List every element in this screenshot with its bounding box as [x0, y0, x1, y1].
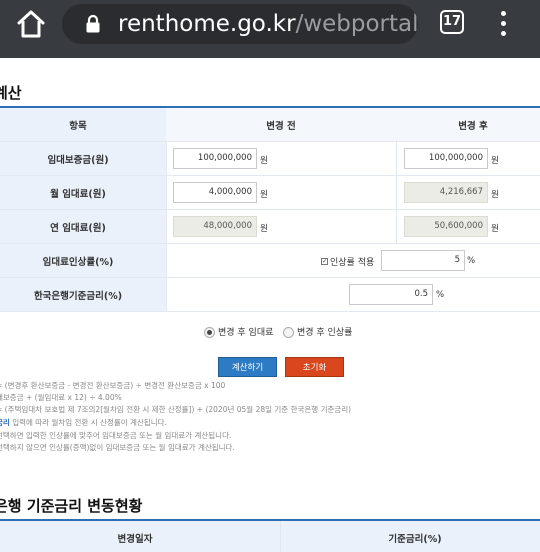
note-line: 금리 입력에 따라 월차임 전환 시 산정률이 계산됩니다.	[0, 417, 167, 428]
note-line: 선택하면 입력한 인상률에 맞추어 임대보증금 또는 월 임대료가 계산됩니다.	[0, 431, 232, 440]
row-bok-rate: 한국은행기준금리(%) 0.5 %	[0, 278, 540, 312]
radio-after-rate[interactable]	[283, 327, 294, 338]
url-text: renthome.go.kr/webportal/r	[118, 10, 418, 38]
header-before: 변경 전	[166, 108, 396, 141]
unit-won: 원	[260, 224, 268, 234]
bok-rate-input[interactable]: 0.5	[349, 284, 433, 305]
table-header-row: 항목 변경 전 변경 후	[0, 108, 540, 142]
label-monthly-rent: 월 임대료(원)	[0, 176, 166, 209]
apply-increase-label: 인상률 적용	[330, 258, 375, 268]
apply-increase-checkbox[interactable]: ✓	[321, 258, 328, 265]
browser-toolbar: renthome.go.kr/webportal/r 17	[0, 0, 540, 58]
rate-history-title: 은행 기준금리 변동현황	[0, 497, 143, 515]
home-icon[interactable]	[14, 9, 48, 39]
unit-won: 원	[260, 190, 268, 200]
header-change-date: 변경일자	[117, 534, 153, 545]
lock-icon	[84, 14, 102, 34]
row-deposit: 임대보증금(원) 100,000,000 원 100,000,000 원	[0, 142, 540, 176]
annual-after-readonly: 50,600,000	[404, 216, 488, 237]
unit-percent: %	[467, 256, 476, 266]
unit-won: 원	[491, 156, 499, 166]
monthly-after-readonly: 4,216,667	[404, 182, 488, 203]
note-line: 선택하지 않으면 인상률(증액)없이 임대보증금 또는 월 임대료가 계산됩니다…	[0, 443, 235, 452]
calc-mode-radio-group: 변경 후 임대료 변경 후 인상률	[0, 326, 540, 340]
unit-won: 원	[491, 190, 499, 200]
note-line: = (주택임대차 보호법 제 7조의2[월차임 전환 시 제한 산정률]) + …	[0, 405, 352, 414]
calculator-title: 계산	[0, 84, 22, 102]
radio-after-rate-label: 변경 후 인상률	[297, 328, 353, 338]
rate-history-table: 변경일자 기준금리(%)	[0, 519, 540, 552]
annual-before-readonly: 48,000,000	[173, 216, 257, 237]
rate-link[interactable]: 금리	[0, 418, 10, 427]
label-increase-rate: 임대료인상률(%)	[0, 244, 166, 277]
radio-after-rent-label: 변경 후 임대료	[218, 328, 274, 338]
tab-switcher-button[interactable]: 17	[440, 10, 464, 34]
row-increase-rate: 임대료인상률(%) ✓ 인상률 적용 5 %	[0, 244, 540, 278]
calculate-button[interactable]: 계산하기	[218, 357, 277, 377]
note-text: 입력에 따라 월차임 전환 시 산정률이 계산됩니다.	[12, 418, 167, 427]
radio-after-rent[interactable]	[204, 327, 215, 338]
monthly-before-input[interactable]: 4,000,000	[173, 182, 257, 203]
url-host: renthome.go.kr	[118, 11, 296, 37]
deposit-after-input[interactable]: 100,000,000	[404, 148, 488, 169]
label-deposit: 임대보증금(원)	[0, 142, 166, 175]
note-line: 대보증금 + (월임대료 x 12) ÷ 4.00%	[0, 393, 122, 402]
increase-rate-input[interactable]: 5	[381, 250, 465, 271]
unit-won: 원	[260, 156, 268, 166]
row-annual-rent: 연 임대료(원) 48,000,000 원 50,600,000 원	[0, 210, 540, 244]
label-bok-rate: 한국은행기준금리(%)	[0, 278, 166, 311]
more-vert-icon[interactable]	[494, 8, 514, 40]
header-item: 항목	[69, 120, 87, 132]
unit-percent: %	[436, 290, 445, 300]
calculator-table: 항목 변경 전 변경 후 임대보증금(원) 100,000,000 원 100,…	[0, 106, 540, 312]
note-line: = (변경후 환산보증금 - 변경전 환산보증금) ÷ 변경전 환산보증금 x …	[0, 381, 226, 390]
reset-button[interactable]: 초기화	[285, 357, 344, 377]
header-base-rate: 기준금리(%)	[388, 534, 442, 545]
url-path: /webportal/r	[295, 11, 418, 37]
unit-won: 원	[491, 224, 499, 234]
header-after: 변경 후	[396, 108, 540, 141]
label-annual-rent: 연 임대료(원)	[0, 210, 166, 243]
deposit-before-input[interactable]: 100,000,000	[173, 148, 257, 169]
row-monthly-rent: 월 임대료(원) 4,000,000 원 4,216,667 원	[0, 176, 540, 210]
address-bar[interactable]: renthome.go.kr/webportal/r	[62, 4, 418, 44]
